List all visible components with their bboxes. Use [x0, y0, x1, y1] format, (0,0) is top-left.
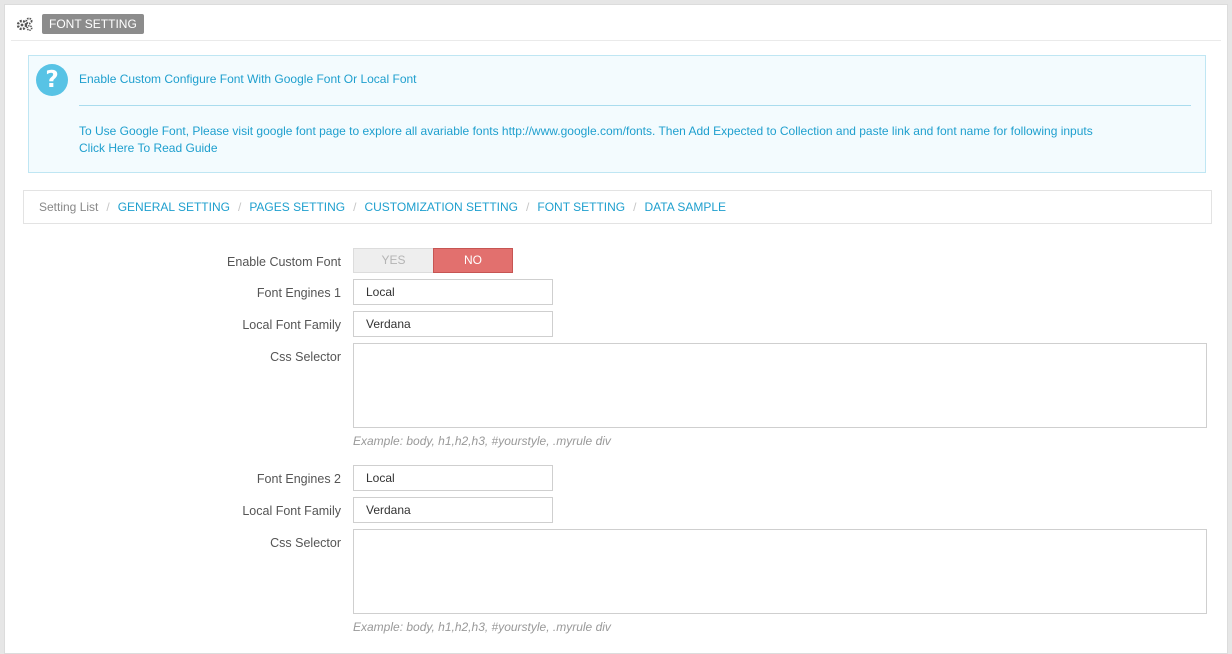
panel-heading: FONT SETTING — [11, 9, 1221, 41]
breadcrumb: Setting List / GENERAL SETTING / PAGES S… — [23, 190, 1212, 224]
cogs-icon — [16, 17, 33, 32]
css-selector-2-textarea[interactable] — [353, 529, 1207, 614]
toggle-no-button[interactable]: NO — [433, 248, 513, 273]
breadcrumb-font-setting[interactable]: FONT SETTING — [537, 200, 625, 214]
breadcrumb-separator: / — [353, 200, 357, 214]
font-engine-1-label: Font Engines 1 — [256, 286, 341, 300]
panel-title: FONT SETTING — [42, 14, 144, 34]
question-icon: ? — [36, 64, 68, 96]
read-guide-link[interactable]: Click Here To Read Guide — [79, 141, 218, 155]
css-selector-1-label: Css Selector — [270, 350, 341, 364]
font-setting-panel: FONT SETTING ? Enable Custom Configure F… — [4, 4, 1228, 654]
breadcrumb-general-setting[interactable]: GENERAL SETTING — [118, 200, 230, 214]
breadcrumb-separator: / — [106, 200, 110, 214]
css-selector-1-help: Example: body, h1,h2,h3, #yourstyle, .my… — [353, 434, 611, 448]
css-selector-1-textarea[interactable] — [353, 343, 1207, 428]
font-engine-1-input[interactable] — [353, 279, 553, 305]
info-alert: ? Enable Custom Configure Font With Goog… — [28, 55, 1206, 173]
info-text: To Use Google Font, Please visit google … — [79, 124, 1093, 138]
local-font-family-1-input[interactable] — [353, 311, 553, 337]
font-engine-2-label: Font Engines 2 — [256, 472, 341, 486]
enable-custom-font-label: Enable Custom Font — [227, 255, 341, 269]
breadcrumb-customization-setting[interactable]: CUSTOMIZATION SETTING — [364, 200, 518, 214]
breadcrumb-data-sample[interactable]: DATA SAMPLE — [644, 200, 726, 214]
enable-custom-font-toggle: YES NO — [353, 248, 513, 273]
toggle-yes-button[interactable]: YES — [353, 248, 433, 273]
info-divider — [79, 105, 1191, 106]
font-engine-2-input[interactable] — [353, 465, 553, 491]
breadcrumb-pages-setting[interactable]: PAGES SETTING — [249, 200, 345, 214]
css-selector-2-label: Css Selector — [270, 536, 341, 550]
breadcrumb-separator: / — [237, 200, 242, 214]
info-title: Enable Custom Configure Font With Google… — [79, 72, 417, 86]
css-selector-2-help: Example: body, h1,h2,h3, #yourstyle, .my… — [353, 620, 611, 634]
local-font-family-1-label: Local Font Family — [242, 318, 341, 332]
breadcrumb-root: Setting List — [39, 200, 99, 214]
breadcrumb-separator: / — [633, 200, 637, 214]
local-font-family-2-label: Local Font Family — [242, 504, 341, 518]
local-font-family-2-input[interactable] — [353, 497, 553, 523]
breadcrumb-separator: / — [526, 200, 530, 214]
